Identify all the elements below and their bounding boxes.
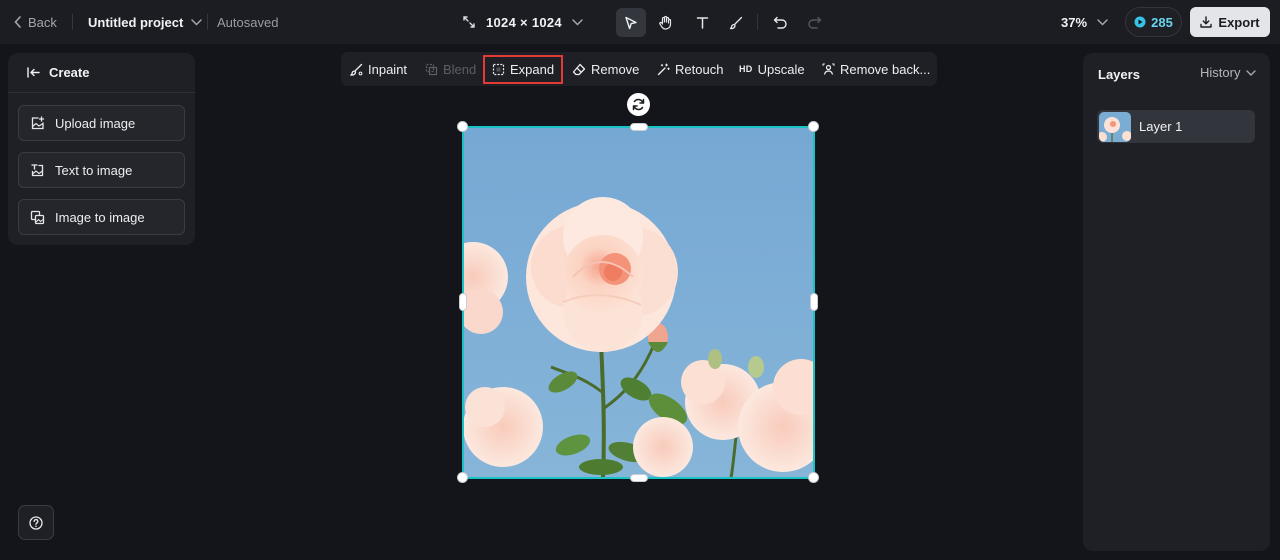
text-icon xyxy=(696,17,708,29)
credits-badge[interactable]: 285 xyxy=(1125,7,1182,37)
autosave-status: Autosaved xyxy=(217,14,279,30)
back-label: Back xyxy=(28,14,57,30)
export-button[interactable]: Export xyxy=(1190,7,1270,37)
project-name-dropdown[interactable]: Untitled project xyxy=(88,0,203,44)
zoom-dropdown[interactable]: 37% xyxy=(1061,0,1108,44)
zoom-level: 37% xyxy=(1061,14,1088,30)
undo-icon xyxy=(773,16,787,29)
upload-image-label: Upload image xyxy=(55,115,136,131)
resize-handle-right[interactable] xyxy=(810,293,818,311)
chevron-down-icon xyxy=(1097,18,1108,26)
layers-panel: Layers History Layer 1 xyxy=(1083,53,1270,551)
canvas-image-rose[interactable] xyxy=(463,127,814,478)
text-to-image-label: Text to image xyxy=(55,162,133,178)
hand-tool-button[interactable] xyxy=(650,8,680,37)
export-label: Export xyxy=(1218,14,1260,30)
divider xyxy=(757,14,758,30)
project-name: Untitled project xyxy=(88,14,184,30)
chevron-down-icon xyxy=(1246,69,1257,76)
divider xyxy=(72,14,73,30)
resize-handle-top-right[interactable] xyxy=(808,121,819,132)
create-panel-header[interactable]: Create xyxy=(8,53,195,93)
undo-button[interactable] xyxy=(765,8,795,37)
chevron-left-icon xyxy=(14,16,21,28)
layer-item[interactable]: Layer 1 xyxy=(1097,110,1255,143)
chevron-down-icon xyxy=(191,18,203,26)
retouch-button[interactable]: Retouch xyxy=(657,56,723,82)
resize-handle-bottom-right[interactable] xyxy=(808,472,819,483)
text-tool-button[interactable] xyxy=(687,8,717,37)
hand-icon xyxy=(658,15,671,30)
history-label: History xyxy=(1200,65,1241,80)
upload-image-icon xyxy=(31,115,45,129)
remove-label: Remove xyxy=(591,61,640,77)
top-bar: Back Untitled project Autosaved 1024 × 1… xyxy=(0,0,1280,44)
resize-handle-bottom[interactable] xyxy=(630,474,648,482)
redo-button[interactable] xyxy=(799,8,829,37)
rotate-handle[interactable] xyxy=(627,93,650,116)
text-to-image-button[interactable]: Text to image xyxy=(18,152,185,188)
rose-photo xyxy=(463,127,814,478)
resize-handle-top-left[interactable] xyxy=(457,121,468,132)
canvas-size: 1024 × 1024 xyxy=(486,14,562,30)
blend-button[interactable]: Blend xyxy=(425,56,476,82)
retouch-label: Retouch xyxy=(675,61,724,77)
remove-background-icon xyxy=(822,63,835,75)
upload-image-button[interactable]: Upload image xyxy=(18,105,185,141)
layer-name: Layer 1 xyxy=(1139,119,1183,134)
redo-icon xyxy=(807,16,821,29)
collapse-left-icon xyxy=(27,67,40,78)
resize-handle-bottom-left[interactable] xyxy=(457,472,468,483)
layers-tab[interactable]: Layers xyxy=(1098,67,1140,82)
text-to-image-icon xyxy=(31,163,44,176)
download-icon xyxy=(1200,16,1213,28)
history-dropdown[interactable]: History xyxy=(1200,65,1257,80)
resize-handle-left[interactable] xyxy=(459,293,467,311)
credits-count: 285 xyxy=(1151,14,1173,30)
magic-wand-icon xyxy=(657,63,670,75)
image-actions-toolbar: Inpaint Blend Expand Remove Retouch HD U… xyxy=(341,52,937,86)
back-button[interactable]: Back xyxy=(14,0,57,44)
inpaint-label: Inpaint xyxy=(368,61,408,77)
remove-background-button[interactable]: Remove back... xyxy=(822,56,930,82)
divider xyxy=(207,14,208,30)
brush-icon xyxy=(729,16,743,29)
image-to-image-label: Image to image xyxy=(55,209,145,225)
inpaint-icon xyxy=(350,63,363,76)
help-button[interactable] xyxy=(18,505,54,540)
resize-handle-top[interactable] xyxy=(630,123,648,131)
select-tool-button[interactable] xyxy=(616,8,646,37)
expand-label: Expand xyxy=(510,62,555,77)
image-to-image-button[interactable]: Image to image xyxy=(18,199,185,235)
help-icon xyxy=(29,515,43,530)
resize-icon xyxy=(463,16,475,28)
expand-icon xyxy=(492,63,505,76)
upscale-label: Upscale xyxy=(757,61,805,77)
upscale-button[interactable]: HD Upscale xyxy=(739,56,805,82)
layer-thumbnail xyxy=(1099,111,1131,142)
blend-label: Blend xyxy=(443,61,477,77)
blend-icon xyxy=(425,63,438,75)
chevron-down-icon xyxy=(572,18,583,26)
create-panel-title: Create xyxy=(49,65,90,80)
rotate-icon xyxy=(632,98,645,111)
eraser-icon xyxy=(572,63,586,75)
remove-background-label: Remove back... xyxy=(840,61,931,77)
image-to-image-icon xyxy=(30,210,45,224)
inpaint-button[interactable]: Inpaint xyxy=(350,56,407,82)
canvas-size-dropdown[interactable]: 1024 × 1024 xyxy=(462,0,583,44)
pointer-icon xyxy=(625,16,637,29)
remove-button[interactable]: Remove xyxy=(572,56,639,82)
create-panel: Create Upload image Text to image Image … xyxy=(8,53,195,245)
brush-tool-button[interactable] xyxy=(721,8,751,37)
credit-coin-icon xyxy=(1134,16,1146,28)
expand-button[interactable]: Expand xyxy=(483,55,564,84)
hd-icon: HD xyxy=(739,64,753,74)
